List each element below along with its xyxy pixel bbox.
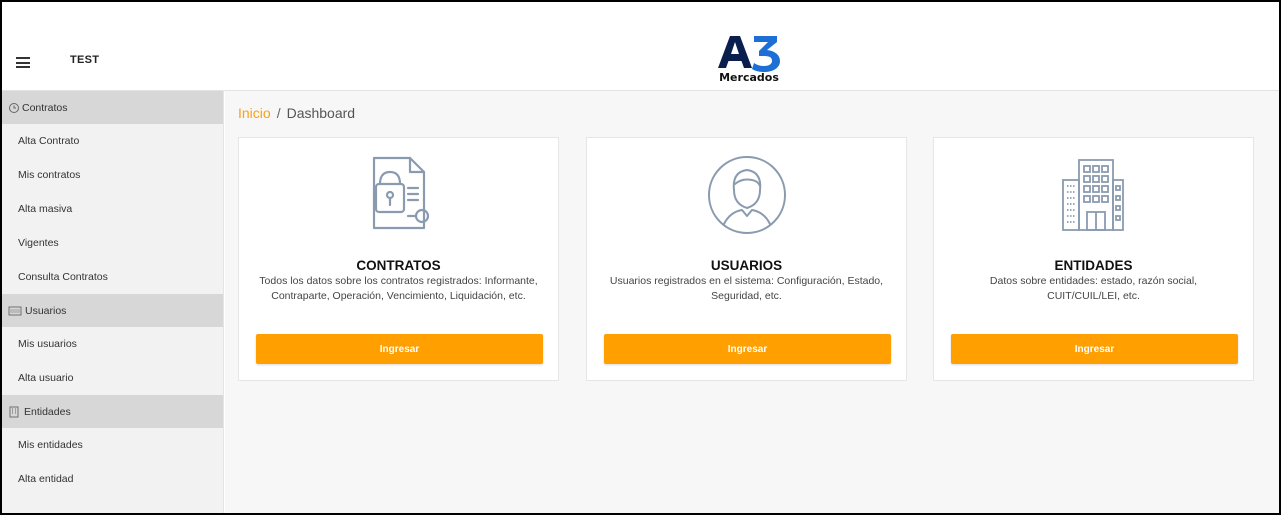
breadcrumb: Inicio / Dashboard	[238, 105, 355, 121]
card-entidades: ENTIDADES Datos sobre entidades: estado,…	[933, 137, 1254, 381]
sidebar-item-alta-masiva[interactable]: Alta masiva	[2, 192, 223, 226]
clock-icon	[9, 102, 19, 113]
app-window: TEST Mercados Contratos Alta Contrato Mi…	[0, 0, 1281, 515]
hamburger-icon[interactable]	[16, 57, 30, 68]
sidebar-section-usuarios[interactable]: Usuarios	[2, 294, 223, 327]
sidebar-item-vigentes[interactable]: Vigentes	[2, 226, 223, 260]
ingresar-entidades-button[interactable]: Ingresar	[951, 334, 1238, 364]
users-icon	[8, 306, 22, 315]
logo-text: Mercados	[719, 71, 779, 84]
sidebar-section-contratos[interactable]: Contratos	[2, 91, 223, 124]
breadcrumb-home-link[interactable]: Inicio	[238, 105, 271, 121]
sidebar-item-alta-contrato[interactable]: Alta Contrato	[2, 124, 223, 158]
sidebar-section-label: Entidades	[24, 405, 71, 418]
card-description: Todos los datos sobre los contratos regi…	[259, 275, 538, 302]
sidebar-section-label: Usuarios	[25, 304, 67, 317]
sidebar-section-entidades[interactable]: Entidades	[2, 395, 223, 428]
card-description: Usuarios registrados en el sistema: Conf…	[609, 275, 884, 302]
card-contratos: CONTRATOS Todos los datos sobre los cont…	[238, 137, 559, 381]
sidebar-item-mis-contratos[interactable]: Mis contratos	[2, 158, 223, 192]
user-icon	[707, 156, 786, 234]
sidebar-item-consulta-contratos[interactable]: Consulta Contratos	[2, 260, 223, 294]
card-title: USUARIOS	[710, 258, 783, 273]
contract-icon	[372, 156, 429, 230]
building-icon	[1061, 159, 1124, 231]
ingresar-usuarios-button[interactable]: Ingresar	[604, 334, 891, 364]
card-description: Datos sobre entidades: estado, razón soc…	[989, 275, 1198, 302]
building-icon	[9, 406, 19, 417]
sidebar-section-label: Contratos	[22, 101, 68, 114]
sidebar-item-alta-entidad[interactable]: Alta entidad	[2, 462, 223, 496]
sidebar-item-mis-entidades[interactable]: Mis entidades	[2, 428, 223, 462]
breadcrumb-current: Dashboard	[286, 105, 356, 121]
top-header: TEST Mercados	[2, 2, 1279, 91]
sidebar-item-alta-usuario[interactable]: Alta usuario	[2, 361, 223, 395]
sidebar-item-mis-usuarios[interactable]: Mis usuarios	[2, 327, 223, 361]
card-title: ENTIDADES	[1054, 258, 1133, 273]
sidebar: Contratos Alta Contrato Mis contratos Al…	[2, 91, 224, 513]
breadcrumb-separator: /	[276, 105, 281, 121]
card-usuarios: USUARIOS Usuarios registrados en el sist…	[586, 137, 907, 381]
ingresar-contratos-button[interactable]: Ingresar	[256, 334, 543, 364]
card-title: CONTRATOS	[356, 258, 441, 273]
main-content: Inicio / Dashboard CONTRATOS Todos los dat…	[225, 91, 1279, 513]
environment-label: TEST	[70, 54, 100, 66]
